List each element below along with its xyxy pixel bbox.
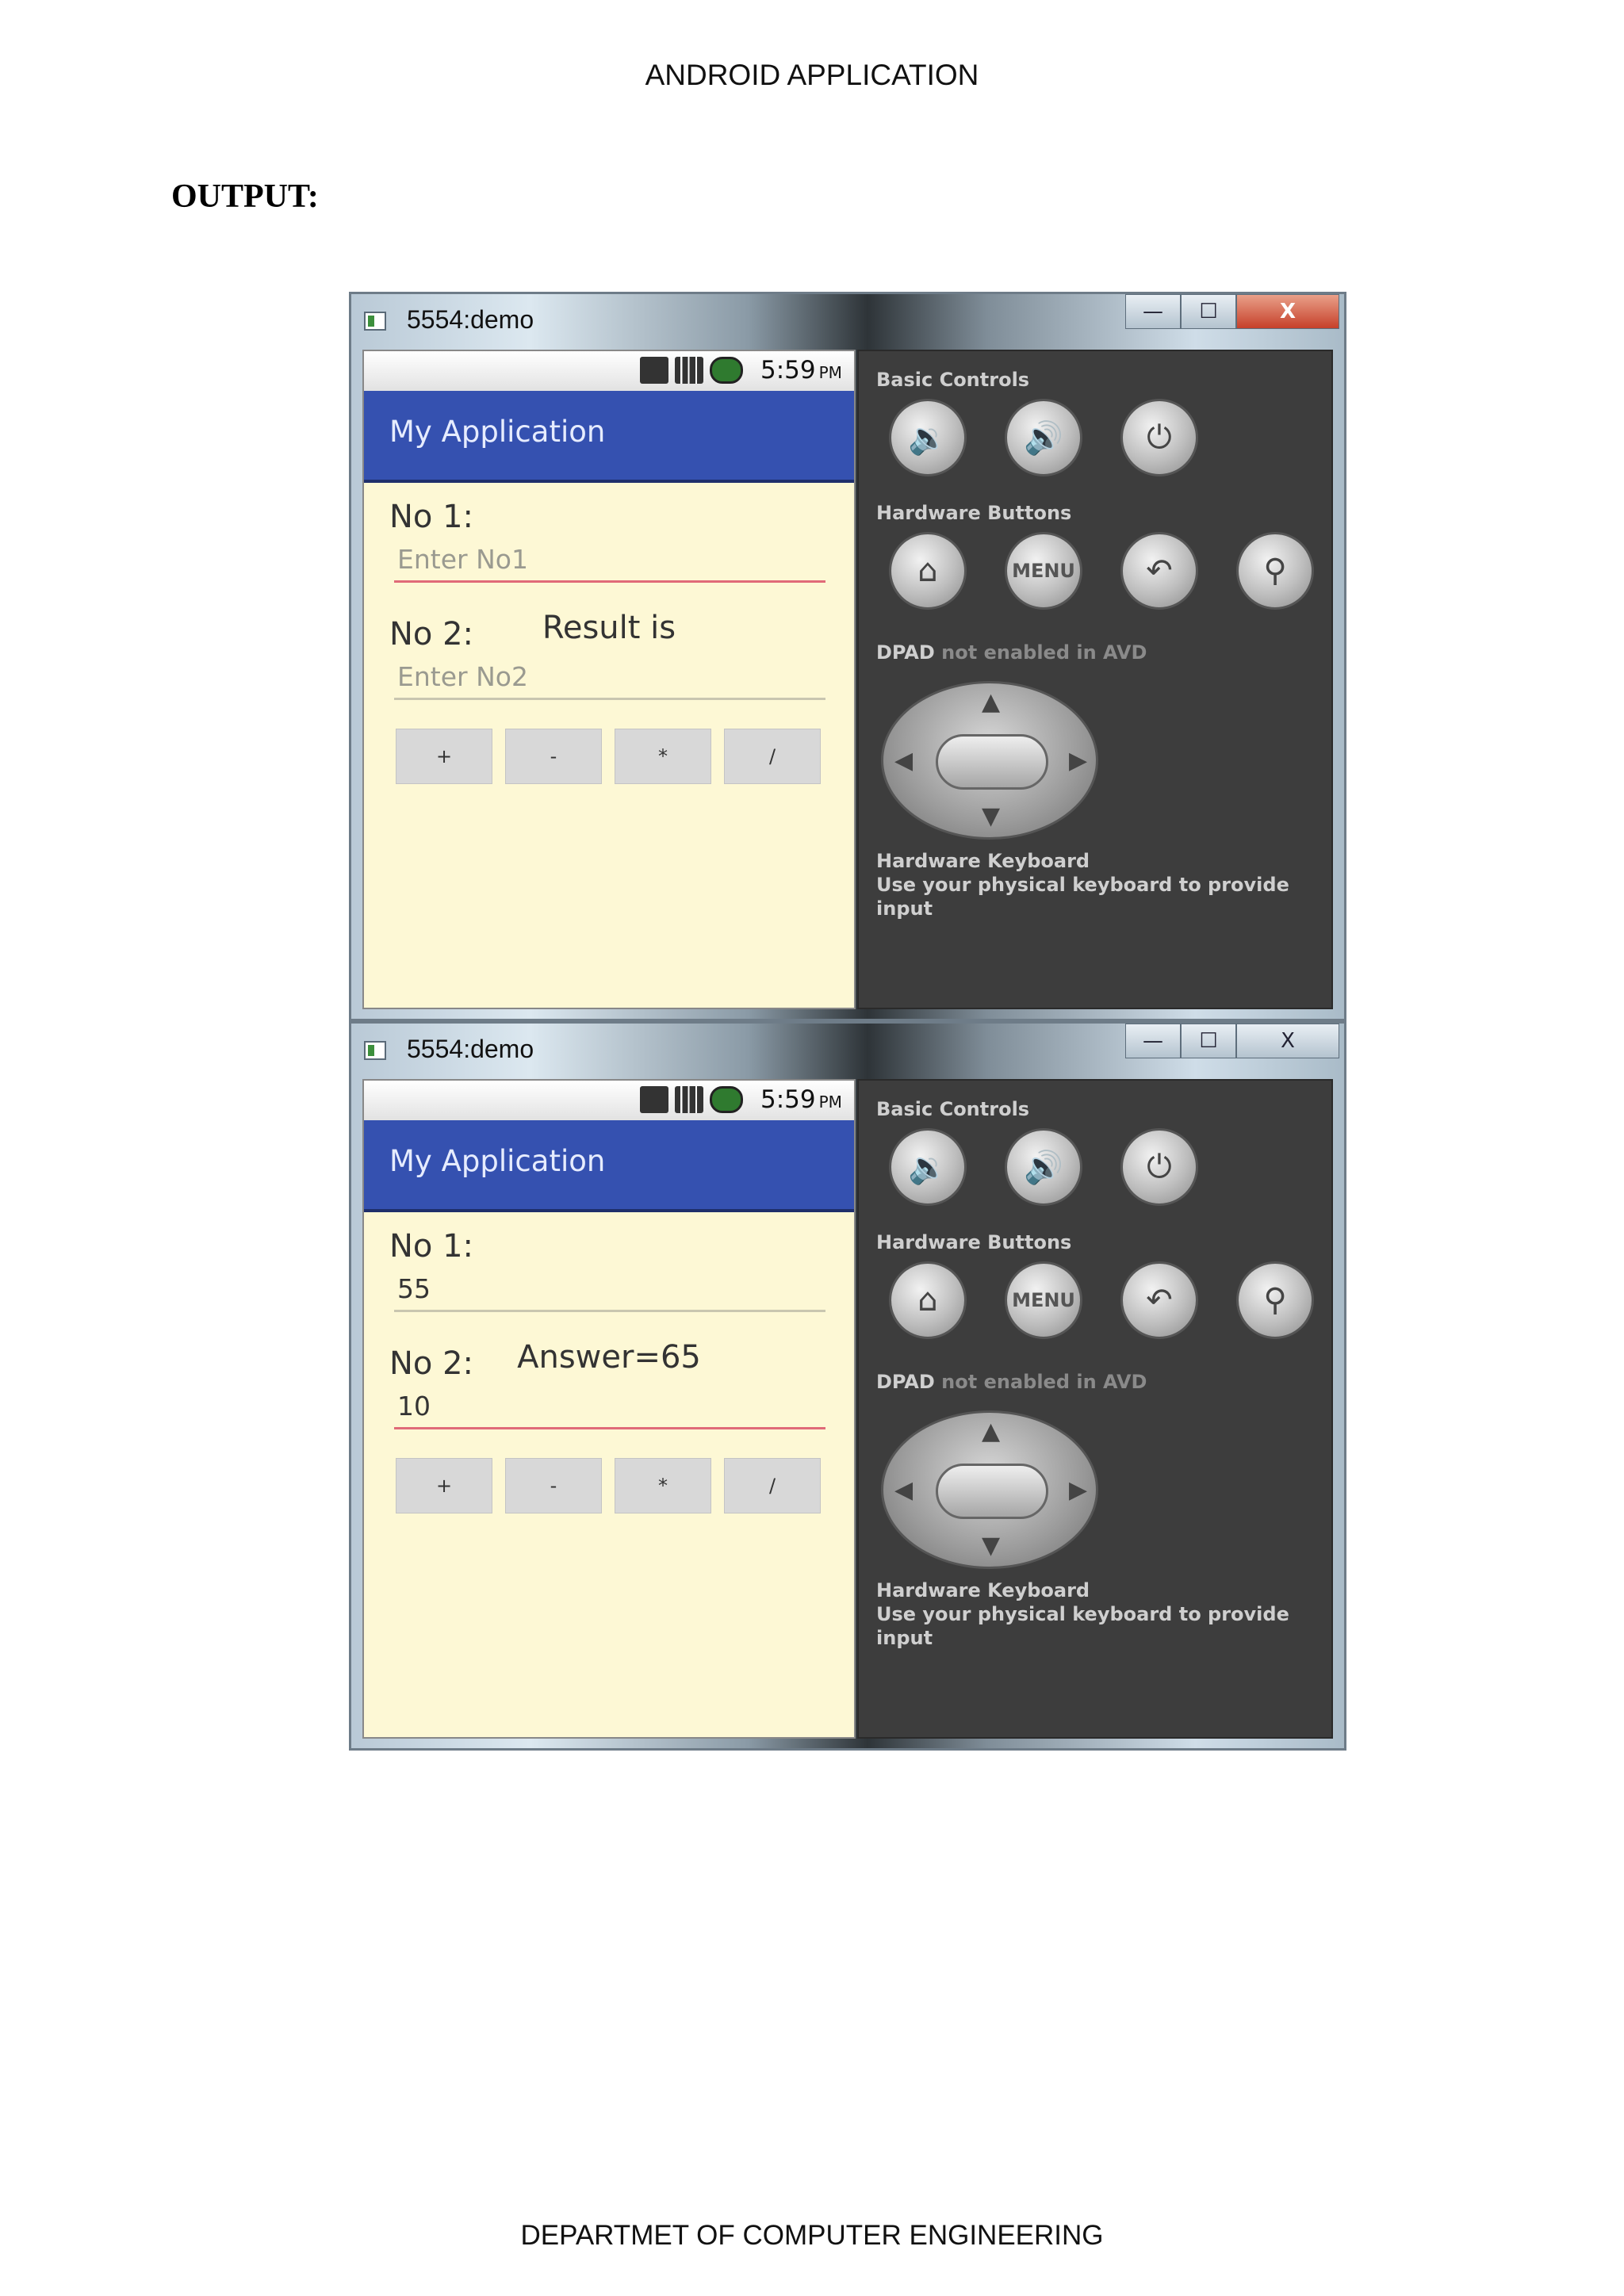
window-title: 5554:demo [407, 305, 534, 334]
divide-button[interactable]: / [724, 729, 821, 784]
close-button[interactable]: X [1236, 294, 1339, 329]
page-header: ANDROID APPLICATION [645, 59, 979, 91]
maximize-button[interactable]: ☐ [1181, 1024, 1236, 1058]
dpad-label: DPAD not enabled in AVD [876, 641, 1147, 664]
window-controls: — ☐ X [1125, 1024, 1339, 1060]
dpad-down-icon[interactable]: ▼ [982, 802, 1000, 830]
close-button[interactable]: X [1236, 1024, 1339, 1058]
no2-input[interactable] [394, 1385, 825, 1429]
phone-screen: 5:59PM My Application No 1: No 2: Answer… [362, 1079, 856, 1739]
no2-input[interactable] [394, 656, 825, 700]
window-titlebar[interactable]: 5554:demo — ☐ X [351, 294, 1344, 348]
keyboard-hint: Use your physical keyboard to provide in… [876, 874, 1289, 920]
app-bar: My Application [364, 1120, 854, 1212]
section-label: OUTPUT: [171, 178, 319, 215]
power-icon[interactable]: ⏻ [1120, 399, 1198, 476]
battery-icon [710, 1086, 743, 1113]
signal-icon [675, 1086, 703, 1113]
result-text: Answer=65 [517, 1339, 701, 1376]
status-time: 5:59 PM [760, 356, 842, 385]
hardware-buttons-label: Hardware Buttons [876, 1231, 1072, 1253]
dpad-up-icon[interactable]: ▲ [982, 688, 1000, 716]
search-icon[interactable]: ⚲ [1236, 532, 1314, 610]
network-3g-icon [640, 357, 668, 384]
dpad-up-icon[interactable]: ▲ [982, 1418, 1000, 1445]
dpad-label: DPAD not enabled in AVD [876, 1371, 1147, 1393]
emulator-control-panel: Basic Controls 🔉 🔊 ⏻ Hardware Buttons ⌂ … [857, 350, 1333, 1009]
network-3g-icon [640, 1086, 668, 1113]
app-window-icon [364, 312, 386, 331]
basic-controls-label: Basic Controls [876, 1098, 1030, 1120]
back-icon[interactable]: ↶ [1120, 532, 1198, 610]
status-bar: 5:59 PM [364, 1081, 854, 1121]
dpad-right-icon[interactable]: ▶ [1069, 1476, 1087, 1504]
no1-input[interactable] [394, 1268, 825, 1312]
dpad-center-button[interactable] [936, 734, 1048, 790]
dpad-down-icon[interactable]: ▼ [982, 1532, 1000, 1559]
volume-up-icon[interactable]: 🔊 [1005, 1128, 1082, 1206]
keyboard-title: Hardware Keyboard [876, 1579, 1090, 1601]
basic-controls-label: Basic Controls [876, 369, 1030, 391]
operator-buttons: + - * / [396, 729, 821, 784]
dpad: ▲ ▼ ◀ ▶ [881, 681, 1098, 840]
menu-button[interactable]: MENU [1005, 532, 1082, 610]
minimize-button[interactable]: — [1125, 1024, 1181, 1058]
hardware-buttons-label: Hardware Buttons [876, 502, 1072, 524]
back-icon[interactable]: ↶ [1120, 1261, 1198, 1339]
status-time: 5:59 PM [760, 1085, 842, 1114]
keyboard-hint: Use your physical keyboard to provide in… [876, 1603, 1289, 1649]
window-titlebar[interactable]: 5554:demo — ☐ X [351, 1024, 1344, 1077]
no1-input[interactable] [394, 538, 825, 583]
app-title: My Application [389, 415, 606, 449]
divide-button[interactable]: / [724, 1458, 821, 1513]
minimize-button[interactable]: — [1125, 294, 1181, 329]
emulator-window-1: 5554:demo — ☐ X 5:59 PM My Application No… [349, 292, 1346, 1021]
dpad-left-icon[interactable]: ◀ [894, 747, 913, 775]
battery-icon [710, 357, 743, 384]
dpad: ▲ ▼ ◀ ▶ [881, 1410, 1098, 1569]
search-icon[interactable]: ⚲ [1236, 1261, 1314, 1339]
add-button[interactable]: + [396, 1458, 492, 1513]
subtract-button[interactable]: - [505, 729, 602, 784]
dpad-right-icon[interactable]: ▶ [1069, 747, 1087, 775]
operator-buttons: + - * / [396, 1458, 821, 1513]
page-footer: DEPARTMET OF COMPUTER ENGINEERING [520, 2220, 1104, 2251]
dpad-center-button[interactable] [936, 1464, 1048, 1519]
result-text: Result is [542, 610, 676, 646]
app-bar: My Application [364, 391, 854, 483]
dpad-left-icon[interactable]: ◀ [894, 1476, 913, 1504]
app-title: My Application [389, 1144, 606, 1178]
label-no1: No 1: [389, 1228, 474, 1265]
volume-down-icon[interactable]: 🔉 [889, 399, 967, 476]
signal-icon [675, 357, 703, 384]
home-icon[interactable]: ⌂ [889, 1261, 967, 1339]
volume-down-icon[interactable]: 🔉 [889, 1128, 967, 1206]
hardware-keyboard-info: Hardware Keyboard Use your physical keyb… [876, 849, 1331, 920]
subtract-button[interactable]: - [505, 1458, 602, 1513]
label-no1: No 1: [389, 499, 474, 535]
emulator-window-2: 5554:demo — ☐ X 5:59 PM My Application No… [349, 1021, 1346, 1751]
app-window-icon [364, 1041, 386, 1060]
multiply-button[interactable]: * [615, 1458, 711, 1513]
volume-up-icon[interactable]: 🔊 [1005, 399, 1082, 476]
hardware-keyboard-info: Hardware Keyboard Use your physical keyb… [876, 1578, 1331, 1650]
emulator-control-panel: Basic Controls 🔉 🔊 ⏻ Hardware Buttons ⌂ … [857, 1079, 1333, 1739]
window-controls: — ☐ X [1125, 294, 1339, 331]
keyboard-title: Hardware Keyboard [876, 850, 1090, 872]
power-icon[interactable]: ⏻ [1120, 1128, 1198, 1206]
home-icon[interactable]: ⌂ [889, 532, 967, 610]
phone-screen: 5:59PM My Application No 1: No 2: Result… [362, 350, 856, 1009]
menu-button[interactable]: MENU [1005, 1261, 1082, 1339]
maximize-button[interactable]: ☐ [1181, 294, 1236, 329]
status-bar: 5:59 PM [364, 351, 854, 392]
window-title: 5554:demo [407, 1035, 534, 1063]
multiply-button[interactable]: * [615, 729, 711, 784]
add-button[interactable]: + [396, 729, 492, 784]
